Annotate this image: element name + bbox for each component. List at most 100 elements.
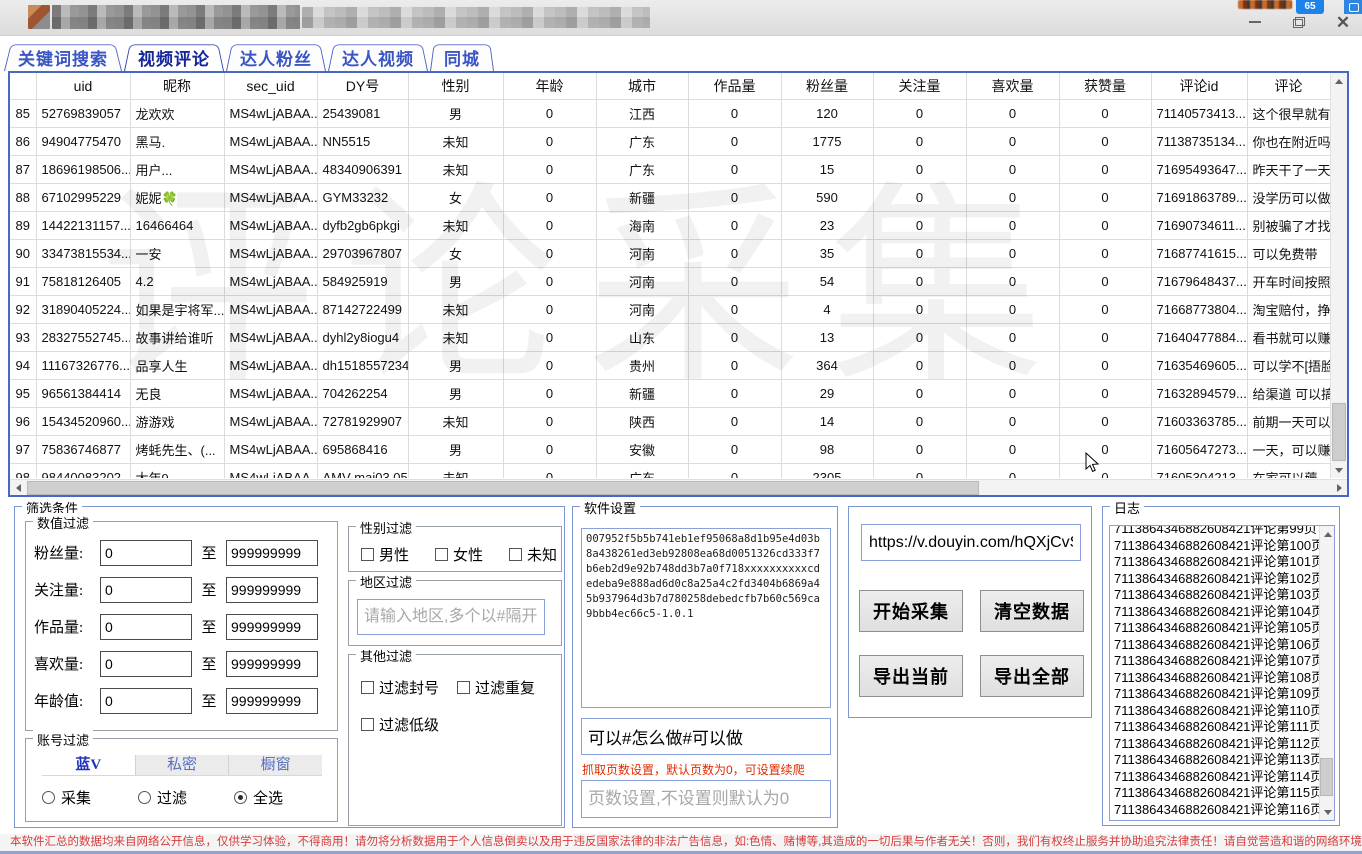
table-row[interactable]: 90 33473815534... 一安 MS4wLjABAA... 29703… bbox=[10, 239, 1330, 267]
secuid-cell: MS4wLjABAA... bbox=[224, 323, 317, 351]
table-row[interactable]: 95 96561384414 无良 MS4wLjABAA... 70426225… bbox=[10, 379, 1330, 407]
column-header[interactable]: 年龄 bbox=[503, 73, 596, 99]
max-value-input[interactable] bbox=[226, 540, 318, 566]
video-url-input[interactable] bbox=[861, 524, 1081, 561]
scroll-down-button[interactable] bbox=[1331, 462, 1347, 478]
column-header[interactable]: 评论id bbox=[1151, 73, 1247, 99]
log-listbox[interactable]: 7113864346882608421评论第99页711386434688260… bbox=[1109, 525, 1335, 821]
max-value-input[interactable] bbox=[226, 651, 318, 677]
nav-tab[interactable]: 关键词搜索 bbox=[4, 41, 122, 71]
radio-icon[interactable] bbox=[234, 791, 247, 804]
nav-tab[interactable]: 达人粉丝 bbox=[226, 41, 326, 71]
checkbox-option[interactable]: 男性 bbox=[361, 544, 409, 565]
table-row[interactable]: 85 52769839057 龙欢欢 MS4wLjABAA... 2543908… bbox=[10, 99, 1330, 127]
nickname-cell: 故事讲给谁听 bbox=[130, 323, 224, 351]
log-scroll-up-button[interactable] bbox=[1320, 526, 1335, 542]
nav-tab[interactable]: 同城 bbox=[430, 41, 494, 71]
min-value-input[interactable] bbox=[100, 540, 192, 566]
column-header[interactable]: 昵称 bbox=[130, 73, 224, 99]
column-header[interactable]: 喜欢量 bbox=[966, 73, 1059, 99]
table-row[interactable]: 88 67102995229 妮妮🍀 MS4wLjABAA... GYM3323… bbox=[10, 183, 1330, 211]
action-button[interactable]: 导出全部 bbox=[980, 655, 1084, 697]
keyword-input[interactable] bbox=[581, 718, 831, 755]
log-scroll-down-button[interactable] bbox=[1320, 804, 1335, 820]
nav-tab[interactable]: 达人视频 bbox=[328, 41, 428, 71]
column-header[interactable]: 作品量 bbox=[688, 73, 781, 99]
table-row[interactable]: 89 14422131157... 16466464 MS4wLjABAA...… bbox=[10, 211, 1330, 239]
table-row[interactable]: 91 75818126405 4.2 MS4wLjABAA... 5849259… bbox=[10, 267, 1330, 295]
action-button[interactable]: 清空数据 bbox=[980, 590, 1084, 632]
checkbox-icon[interactable] bbox=[361, 681, 374, 694]
close-button[interactable]: ✕ bbox=[1332, 12, 1354, 32]
checkbox-option[interactable]: 过滤重复 bbox=[457, 677, 553, 698]
table-row[interactable]: 94 11167326776... 品享人生 MS4wLjABAA... dh1… bbox=[10, 351, 1330, 379]
column-header[interactable]: 评论 bbox=[1247, 73, 1330, 99]
horizontal-scroll-thumb[interactable] bbox=[27, 481, 979, 495]
radio-option[interactable]: 过滤 bbox=[138, 787, 234, 808]
column-header[interactable]: 关注量 bbox=[873, 73, 966, 99]
nav-tab[interactable]: 视频评论 bbox=[124, 41, 224, 71]
max-value-input[interactable] bbox=[226, 614, 318, 640]
log-scrollbar[interactable] bbox=[1319, 526, 1334, 820]
table-row[interactable]: 96 15434520960... 游游戏 MS4wLjABAA... 7278… bbox=[10, 407, 1330, 435]
radio-option[interactable]: 全选 bbox=[234, 787, 330, 808]
column-header[interactable]: uid bbox=[36, 73, 130, 99]
table-row[interactable]: 86 94904775470 黑马. MS4wLjABAA... NN5515 … bbox=[10, 127, 1330, 155]
column-header[interactable]: 性别 bbox=[408, 73, 503, 99]
account-filter-tab[interactable]: 私密 bbox=[136, 755, 230, 775]
comment-text-cell: 这个很早就有... bbox=[1247, 99, 1330, 127]
account-filter-tab[interactable]: 橱窗 bbox=[229, 755, 322, 775]
scroll-right-button[interactable] bbox=[1331, 480, 1347, 496]
pages-input[interactable] bbox=[581, 780, 831, 818]
checkbox-option[interactable]: 未知 bbox=[509, 544, 557, 565]
column-header[interactable]: DY号 bbox=[317, 73, 408, 99]
radio-option[interactable]: 采集 bbox=[42, 787, 138, 808]
works-count-cell: 0 bbox=[688, 379, 781, 407]
checkbox-option[interactable]: 过滤封号 bbox=[361, 677, 457, 698]
min-value-input[interactable] bbox=[100, 614, 192, 640]
checkbox-icon[interactable] bbox=[435, 548, 448, 561]
vertical-scrollbar[interactable] bbox=[1330, 73, 1347, 478]
radio-icon[interactable] bbox=[42, 791, 55, 804]
column-header[interactable]: 城市 bbox=[596, 73, 688, 99]
action-button[interactable]: 开始采集 bbox=[859, 590, 963, 632]
following-count-cell: 0 bbox=[873, 351, 966, 379]
checkbox-icon[interactable] bbox=[509, 548, 522, 561]
maximize-button[interactable] bbox=[1288, 12, 1310, 32]
minimize-button[interactable] bbox=[1244, 12, 1266, 32]
account-filter-tab[interactable]: 蓝V bbox=[42, 755, 136, 775]
log-scroll-thumb[interactable] bbox=[1320, 758, 1333, 796]
checkbox-option[interactable]: 女性 bbox=[435, 544, 483, 565]
region-input[interactable] bbox=[357, 599, 545, 635]
table-row[interactable]: 97 75836746877 烤蚝先生、(... MS4wLjABAA... 6… bbox=[10, 435, 1330, 463]
scroll-up-button[interactable] bbox=[1331, 73, 1347, 89]
table-row[interactable]: 92 31890405224... 如果是宇将军... MS4wLjABAA..… bbox=[10, 295, 1330, 323]
column-header[interactable] bbox=[10, 73, 36, 99]
min-value-input[interactable] bbox=[100, 651, 192, 677]
min-value-input[interactable] bbox=[100, 577, 192, 603]
min-value-input[interactable] bbox=[100, 688, 192, 714]
city-cell: 海南 bbox=[596, 211, 688, 239]
radio-label: 全选 bbox=[253, 787, 283, 808]
column-header[interactable]: sec_uid bbox=[224, 73, 317, 99]
horizontal-scrollbar[interactable] bbox=[10, 479, 1347, 495]
checkbox-icon[interactable] bbox=[361, 718, 374, 731]
table-row[interactable]: 98 98440083202... 大年9 MS4wLjABAA... AMV-… bbox=[10, 463, 1330, 478]
column-header[interactable]: 粉丝量 bbox=[781, 73, 873, 99]
radio-icon[interactable] bbox=[138, 791, 151, 804]
action-button[interactable]: 导出当前 bbox=[859, 655, 963, 697]
scroll-left-button[interactable] bbox=[10, 480, 26, 496]
column-header[interactable]: 获赞量 bbox=[1059, 73, 1151, 99]
vertical-scroll-thumb[interactable] bbox=[1332, 403, 1346, 461]
checkbox-icon[interactable] bbox=[361, 548, 374, 561]
checkbox-option[interactable]: 过滤低级 bbox=[361, 714, 457, 735]
table-row[interactable]: 93 28327552745... 故事讲给谁听 MS4wLjABAA... d… bbox=[10, 323, 1330, 351]
to-label: 至 bbox=[192, 690, 226, 711]
max-value-input[interactable] bbox=[226, 688, 318, 714]
praised-count-cell: 0 bbox=[1059, 323, 1151, 351]
table-row[interactable]: 87 18696198506... 用户... MS4wLjABAA... 48… bbox=[10, 155, 1330, 183]
log-lines: 7113864346882608421评论第99页711386434688260… bbox=[1110, 525, 1334, 818]
license-token-box[interactable]: 007952f5b5b741eb1ef95068a8d1b95e4d03b8a4… bbox=[581, 528, 831, 708]
checkbox-icon[interactable] bbox=[457, 681, 470, 694]
max-value-input[interactable] bbox=[226, 577, 318, 603]
